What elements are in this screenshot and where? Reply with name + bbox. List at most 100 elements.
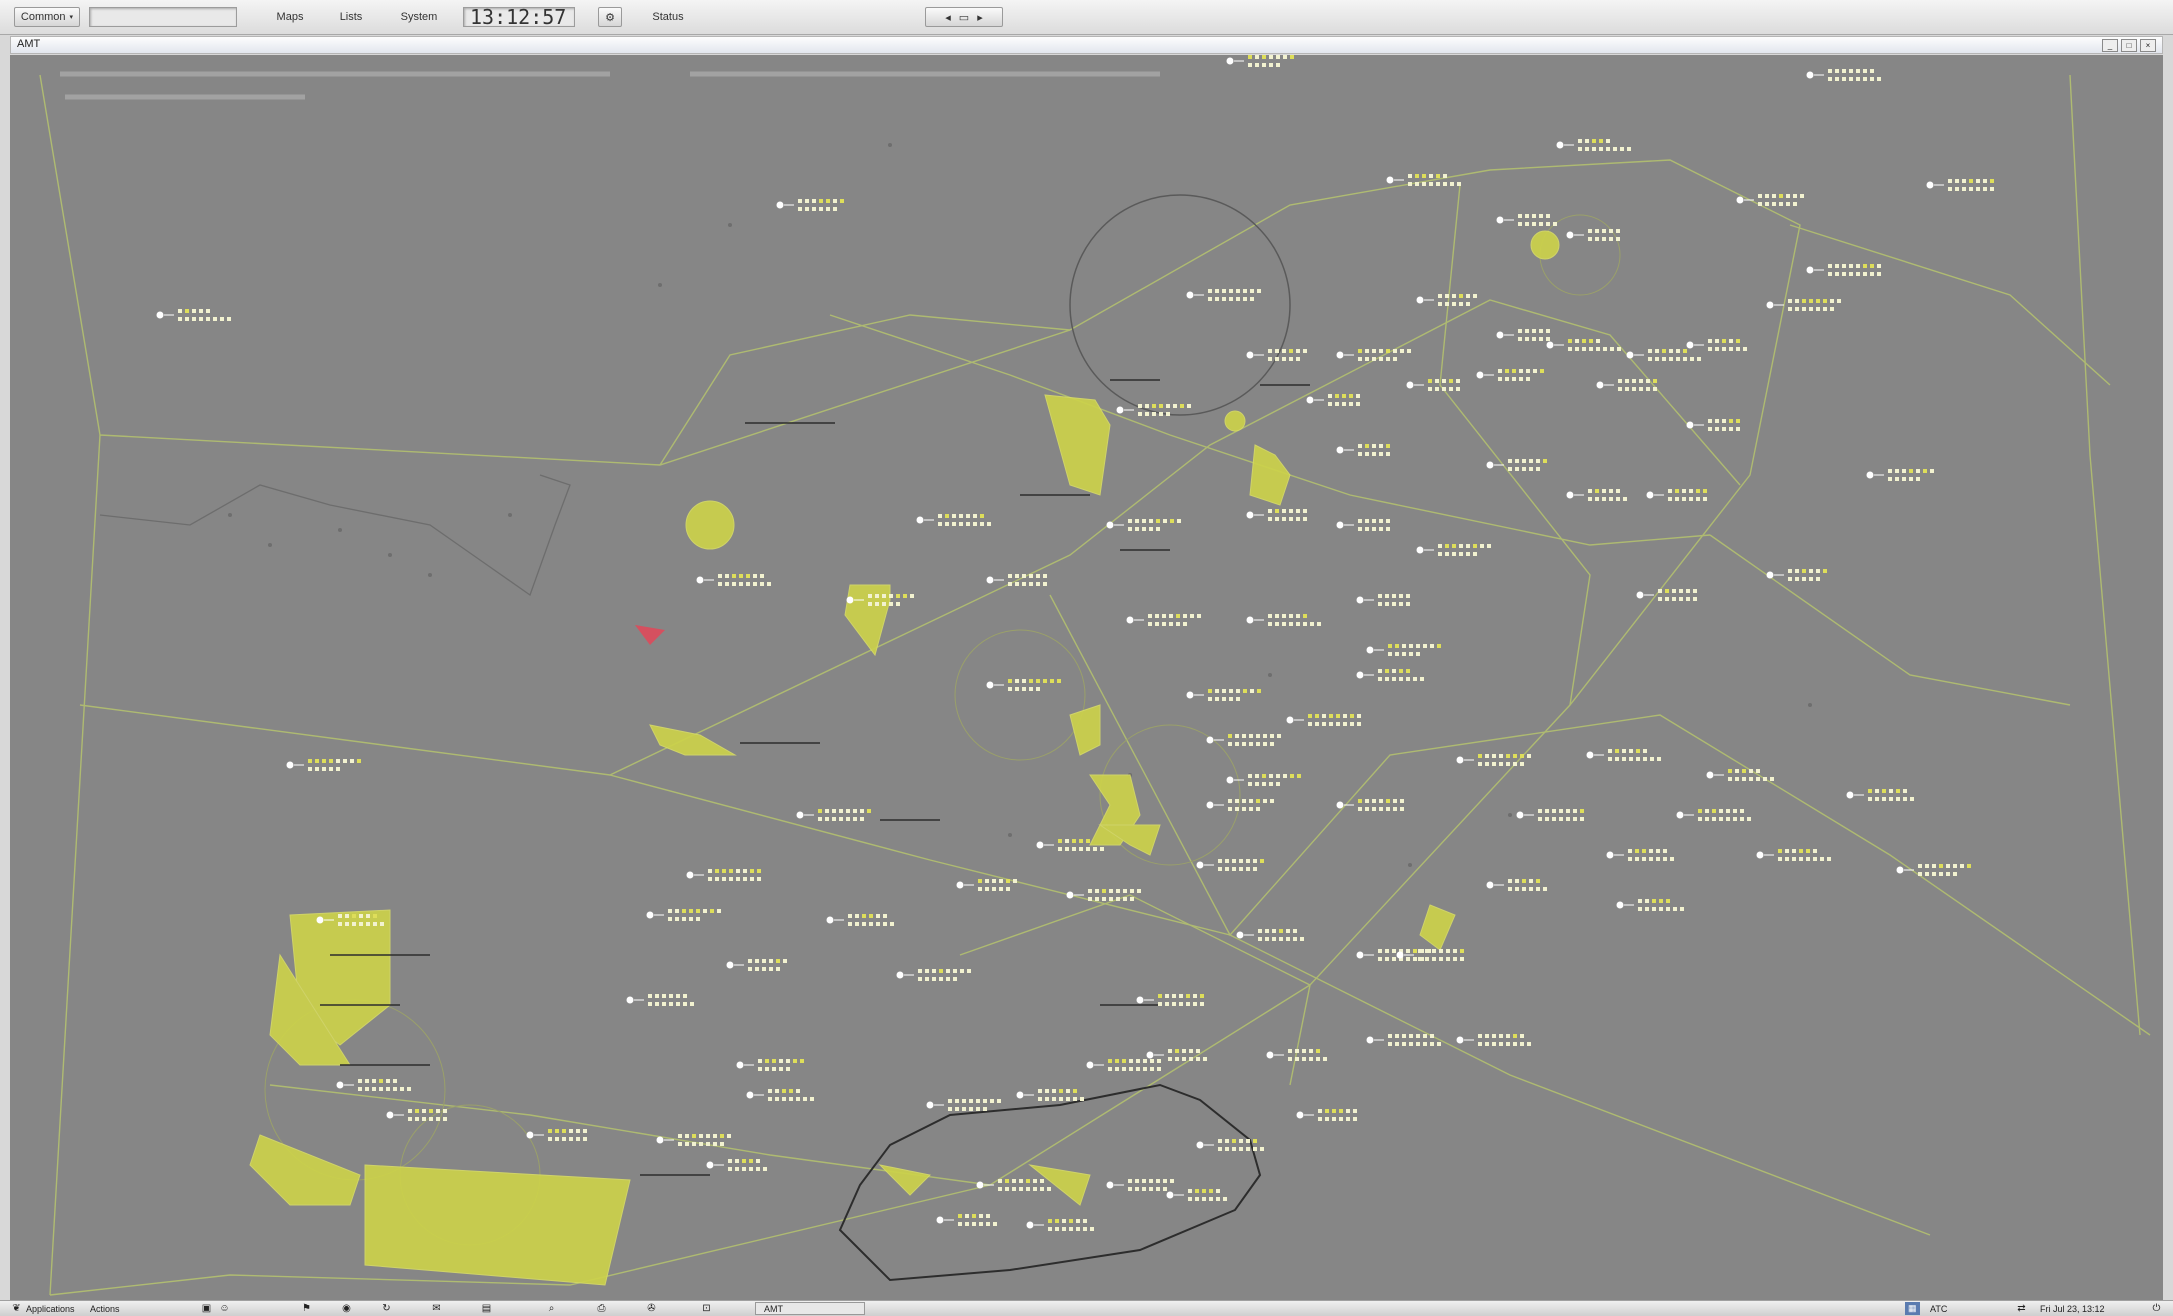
track-label[interactable] bbox=[1336, 799, 1405, 811]
network-icon[interactable]: ⇄ bbox=[2015, 1302, 2028, 1315]
search-icon[interactable]: ⌕ bbox=[545, 1302, 558, 1315]
track-label[interactable] bbox=[1356, 669, 1425, 681]
track-label[interactable] bbox=[1416, 544, 1492, 556]
terminal-icon[interactable]: ▣ bbox=[200, 1302, 213, 1315]
tray-indicator[interactable]: ▦ bbox=[1905, 1302, 1920, 1315]
track-label[interactable] bbox=[1586, 749, 1662, 761]
track-label[interactable] bbox=[1286, 714, 1362, 726]
track-label[interactable] bbox=[1866, 469, 1935, 481]
track-label[interactable] bbox=[1636, 589, 1698, 601]
search-field[interactable] bbox=[89, 7, 237, 27]
track-label[interactable] bbox=[1336, 444, 1391, 456]
track-label[interactable] bbox=[1246, 509, 1308, 521]
track-label[interactable] bbox=[986, 679, 1062, 691]
track-label[interactable] bbox=[1186, 689, 1262, 701]
track-label[interactable] bbox=[1616, 899, 1685, 911]
track-label[interactable] bbox=[1596, 379, 1658, 391]
track-label[interactable] bbox=[626, 994, 695, 1006]
mail-icon[interactable]: ✉ bbox=[430, 1302, 443, 1315]
maximize-button[interactable]: □ bbox=[2121, 39, 2137, 52]
track-label[interactable] bbox=[1806, 69, 1882, 81]
browser-icon[interactable]: ◉ bbox=[340, 1302, 353, 1315]
track-label[interactable] bbox=[1086, 1059, 1162, 1071]
track-label[interactable] bbox=[1846, 789, 1915, 801]
track-label[interactable] bbox=[1186, 289, 1262, 301]
track-label[interactable] bbox=[1366, 1034, 1442, 1046]
track-label[interactable] bbox=[336, 1079, 412, 1091]
track-label[interactable] bbox=[926, 1099, 1002, 1111]
track-label[interactable] bbox=[1406, 379, 1461, 391]
folder-icon[interactable]: ▤ bbox=[480, 1302, 493, 1315]
track-label[interactable] bbox=[1306, 394, 1361, 406]
track-label[interactable] bbox=[1686, 419, 1741, 431]
track-label[interactable] bbox=[976, 1179, 1052, 1191]
track-label[interactable] bbox=[1766, 299, 1842, 311]
track-label[interactable] bbox=[1246, 349, 1308, 361]
track-label[interactable] bbox=[1196, 859, 1265, 871]
settings-icon[interactable]: ⚙ bbox=[598, 7, 622, 27]
track-label[interactable] bbox=[1516, 809, 1585, 821]
track-label[interactable] bbox=[1336, 349, 1412, 361]
track-label[interactable] bbox=[1336, 519, 1391, 531]
track-label[interactable] bbox=[1126, 614, 1202, 626]
track-label[interactable] bbox=[1496, 214, 1558, 226]
track-label[interactable] bbox=[1476, 369, 1545, 381]
settings-icon[interactable]: ✇ bbox=[645, 1302, 658, 1315]
foot-icon[interactable]: ❦ bbox=[10, 1302, 23, 1315]
printer-icon[interactable]: ⎙ bbox=[595, 1302, 608, 1315]
track-label[interactable] bbox=[686, 869, 762, 881]
track-label[interactable] bbox=[696, 574, 772, 586]
track-label[interactable] bbox=[1496, 329, 1551, 341]
track-label[interactable] bbox=[1766, 569, 1828, 581]
track-label[interactable] bbox=[1196, 1139, 1265, 1151]
track-label[interactable] bbox=[1926, 179, 1995, 191]
track-label[interactable] bbox=[1606, 849, 1675, 861]
track-label[interactable] bbox=[796, 809, 872, 821]
minimize-button[interactable]: _ bbox=[2102, 39, 2118, 52]
track-label[interactable] bbox=[1686, 339, 1748, 351]
track-label[interactable] bbox=[1236, 929, 1305, 941]
power-icon[interactable]: ⏻ bbox=[2150, 1302, 2163, 1315]
menu-lists[interactable]: Lists bbox=[326, 7, 376, 27]
track-label[interactable] bbox=[1486, 879, 1548, 891]
track-label[interactable] bbox=[1266, 1049, 1328, 1061]
track-label[interactable] bbox=[916, 514, 992, 526]
track-label[interactable] bbox=[936, 1214, 998, 1226]
track-label[interactable] bbox=[656, 1134, 732, 1146]
track-label[interactable] bbox=[286, 759, 362, 771]
track-label[interactable] bbox=[1246, 614, 1322, 626]
track-label[interactable] bbox=[646, 909, 722, 921]
refresh-icon[interactable]: ↻ bbox=[380, 1302, 393, 1315]
track-label[interactable] bbox=[1366, 644, 1442, 656]
track-label[interactable] bbox=[726, 959, 788, 971]
track-label[interactable] bbox=[1226, 55, 1295, 67]
applications-menu[interactable]: Applications bbox=[26, 1302, 75, 1315]
track-label[interactable] bbox=[706, 1159, 768, 1171]
zoom-control[interactable]: ◂ ▭ ▸ bbox=[925, 7, 1003, 27]
track-label[interactable] bbox=[1106, 1179, 1175, 1191]
track-label[interactable] bbox=[1806, 264, 1882, 276]
track-label[interactable] bbox=[526, 1129, 588, 1141]
user-icon[interactable]: ☺ bbox=[218, 1302, 231, 1315]
menu-maps[interactable]: Maps bbox=[265, 7, 315, 27]
disk-icon[interactable]: ⊡ bbox=[700, 1302, 713, 1315]
track-label[interactable] bbox=[1486, 459, 1548, 471]
track-label[interactable] bbox=[956, 879, 1018, 891]
radar-map[interactable] bbox=[10, 55, 2163, 1300]
track-label[interactable] bbox=[1566, 489, 1628, 501]
radar-display[interactable] bbox=[10, 55, 2163, 1300]
track-label[interactable] bbox=[746, 1089, 815, 1101]
track-label[interactable] bbox=[896, 969, 972, 981]
track-label[interactable] bbox=[386, 1109, 448, 1121]
menu-system[interactable]: System bbox=[390, 7, 448, 27]
track-label[interactable] bbox=[1556, 139, 1632, 151]
flag-icon[interactable]: ⚑ bbox=[300, 1302, 313, 1315]
close-button[interactable]: × bbox=[2140, 39, 2156, 52]
track-label[interactable] bbox=[1016, 1089, 1085, 1101]
track-label[interactable] bbox=[1646, 489, 1708, 501]
track-label[interactable] bbox=[1626, 349, 1702, 361]
track-label[interactable] bbox=[826, 914, 895, 926]
track-label[interactable] bbox=[1736, 194, 1805, 206]
track-label[interactable] bbox=[1896, 864, 1972, 876]
track-label[interactable] bbox=[1026, 1219, 1095, 1231]
